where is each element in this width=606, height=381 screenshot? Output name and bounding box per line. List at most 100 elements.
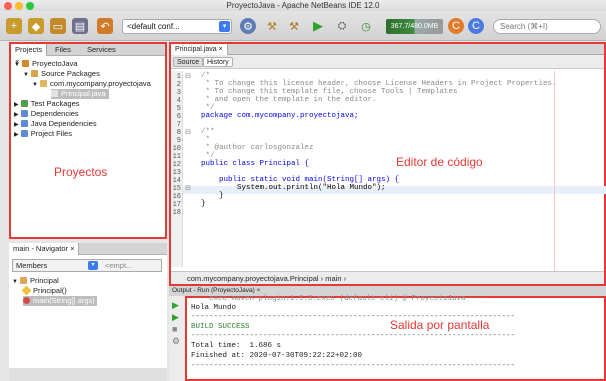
source-button[interactable]: Source — [173, 57, 204, 67]
constructor-icon — [21, 285, 32, 296]
package-icon — [40, 80, 48, 87]
tab-navigator[interactable]: main - Navigator × — [9, 243, 80, 255]
members-filter[interactable]: <empt... — [105, 260, 132, 271]
line-number: 2 — [176, 81, 181, 89]
code-line[interactable]: } — [201, 200, 206, 209]
profile-icon[interactable]: ◷ — [358, 18, 374, 34]
new-project-icon[interactable]: ◆ — [28, 18, 44, 34]
line-number: 3 — [176, 89, 181, 97]
output-line: ----------------------------------------… — [191, 332, 516, 340]
undo-icon[interactable]: ↶ — [97, 18, 113, 34]
rerun-icon[interactable]: ▶ — [172, 300, 179, 311]
build-status: BUILD SUCCESS — [191, 323, 250, 331]
fold-collapse-icon[interactable]: ⊟ — [185, 72, 191, 80]
line-number: 10 — [172, 145, 181, 153]
window-title: ProyectoJava - Apache NetBeans IDE 12.0 — [226, 1, 380, 10]
tree-label: Source Packages — [41, 69, 100, 78]
tree-label: Dependencies — [30, 109, 79, 118]
navigator-filter-toolbar — [9, 368, 167, 381]
line-number: 12 — [172, 161, 181, 169]
clean-build-icon[interactable]: ⚒ — [286, 18, 302, 34]
tab-files[interactable]: Files — [51, 44, 75, 56]
config-select-value: <default conf... — [127, 22, 180, 31]
output-line: --- exec-maven-plugin:1.5.0:exec (defaul… — [191, 295, 484, 303]
search-input[interactable]: Search (⌘+I) — [493, 19, 601, 34]
navigator-tab-row: main - Navigator × — [9, 243, 167, 255]
output-line: Total time: 1.686 s — [191, 342, 282, 350]
tree-item-project-files[interactable]: ▶ Project Files — [14, 129, 72, 140]
folder-icon — [20, 130, 28, 137]
class-icon — [20, 277, 28, 284]
code-line[interactable]: * and open the template in the editor. — [201, 96, 377, 105]
line-number: 14 — [172, 177, 181, 185]
save-all-icon[interactable]: ▤ — [72, 18, 88, 34]
editor-tab-row: Principal.java × — [171, 44, 604, 55]
tree-item-principal-java[interactable]: Principal.java — [51, 89, 109, 99]
tree-label: Principal.java — [61, 89, 106, 98]
tab-projects[interactable]: Projects × — [11, 44, 47, 66]
line-number: 11 — [172, 153, 181, 161]
build-icon[interactable]: ⚒ — [264, 18, 280, 34]
output-line: ----------------------------------------… — [191, 362, 516, 370]
members-select[interactable]: Members ▾ <empt... — [12, 259, 162, 272]
fold-collapse-icon[interactable]: ⊟ — [185, 128, 191, 136]
memory-indicator[interactable]: 367.7/480.0MB — [386, 19, 443, 34]
gc-icon[interactable]: C — [448, 18, 464, 34]
breadcrumb[interactable]: com.mycompany.proyectojava.Principal › m… — [171, 271, 604, 284]
code-editor: Principal.java × Source History 1 2 3 4 … — [169, 42, 606, 286]
navigator-panel: main - Navigator × Members ▾ <empt... ▼ … — [9, 243, 167, 381]
nav-label: Principal() — [33, 286, 67, 295]
fold-collapse-icon[interactable]: ⊟ — [185, 184, 191, 192]
line-number: 9 — [176, 137, 181, 145]
line-number: 7 — [176, 121, 181, 129]
line-number: 18 — [172, 209, 181, 217]
chevron-down-icon: ▾ — [219, 21, 230, 32]
folder-icon — [20, 100, 28, 107]
tree-label: Project Files — [30, 129, 72, 138]
code-line[interactable]: public class Principal { — [201, 160, 309, 169]
projects-tab-row: Projects × Files Services — [11, 44, 165, 66]
folder-icon — [20, 110, 28, 117]
nav-item-constructor[interactable]: Principal() — [21, 285, 67, 296]
output-console: --- exec-maven-plugin:1.5.0:exec (defaul… — [185, 295, 606, 381]
tab-principal-java[interactable]: Principal.java × — [171, 44, 228, 55]
code-line[interactable]: package com.mycompany.proyectojava; — [201, 112, 359, 121]
gc-force-icon[interactable]: C — [468, 18, 484, 34]
chevron-down-icon: ▾ — [88, 261, 98, 270]
debug-icon[interactable]: ⛭ — [334, 18, 350, 34]
settings-icon[interactable]: ⚙ — [172, 336, 180, 347]
nav-item-main[interactable]: main(String[] args) — [23, 296, 97, 306]
line-number-gutter: 1 2 3 4 5 6 7 8 9 10 11 12 13 14 15 16 1… — [171, 71, 183, 267]
nav-label: main(String[] args) — [33, 296, 95, 305]
line-number: 13 — [172, 169, 181, 177]
open-project-icon[interactable]: ▭ — [50, 18, 66, 34]
folder-icon — [20, 120, 28, 127]
tree-label: ProyectoJava — [32, 59, 78, 68]
line-number: 1 — [176, 73, 181, 81]
tab-services[interactable]: Services — [83, 44, 120, 56]
history-button[interactable]: History — [203, 57, 233, 67]
settings-icon[interactable]: ⚙ — [240, 18, 256, 34]
projects-annotation: Proyectos — [54, 165, 108, 179]
rerun-goals-icon[interactable]: ▶ — [172, 312, 179, 323]
line-number: 8 — [176, 129, 181, 137]
code-line[interactable]: System.out.println("Hola Mundo"); — [201, 184, 386, 193]
stop-icon[interactable]: ■ — [172, 324, 177, 334]
tree-label: Java Dependencies — [30, 119, 97, 128]
config-select[interactable]: <default conf... ▾ — [122, 19, 232, 34]
java-file-icon — [51, 90, 58, 97]
output-annotation: Salida por pantalla — [390, 318, 490, 332]
line-number: 16 — [172, 193, 181, 201]
folder-icon — [31, 70, 39, 77]
run-icon[interactable]: ▶ — [310, 18, 326, 34]
title-bar: ProyectoJava - Apache NetBeans IDE 12.0 — [0, 0, 606, 11]
editor-toolbar: Source History — [171, 55, 604, 69]
code-line[interactable]: * @author carlosgonzalez — [201, 144, 314, 153]
line-number: 17 — [172, 201, 181, 209]
line-number: 6 — [176, 113, 181, 121]
new-file-icon[interactable]: + — [6, 18, 22, 34]
line-number: 5 — [176, 105, 181, 113]
method-icon — [23, 297, 30, 304]
editor-annotation: Editor de código — [396, 155, 483, 169]
projects-panel: Projects × Files Services ▼ ProyectoJava… — [9, 42, 167, 239]
